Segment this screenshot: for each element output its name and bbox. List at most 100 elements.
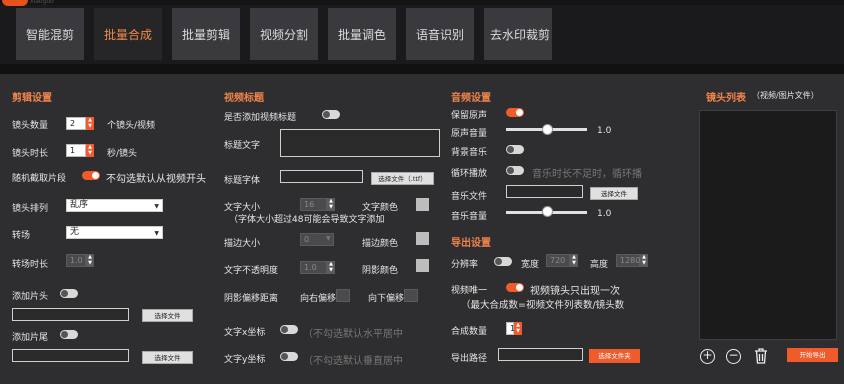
tab-label: 批量合成 (103, 27, 152, 42)
original-volume-label: 原声音量 (451, 129, 488, 139)
transition-duration-stepper[interactable]: ▲ ▼ (86, 254, 94, 267)
text-x-label: 文字x坐标 (224, 328, 266, 338)
outro-file-path[interactable] (12, 349, 129, 362)
shot-list-panel[interactable] (699, 110, 837, 340)
delete-trash-icon[interactable] (754, 348, 768, 364)
width-input[interactable]: 720 (546, 254, 570, 267)
tab-label: 智能混剪 (25, 27, 74, 42)
unique-video-toggle[interactable] (506, 283, 524, 292)
text-x-hint: （不勾选默认水平居中 (303, 329, 403, 340)
random-clip-hint: 不勾选默认从视频开头 (106, 174, 206, 185)
tab-speech-recognition[interactable]: 语音识别 (406, 8, 474, 60)
shot-length-label: 镜头时长 (12, 149, 49, 159)
chevron-down-icon: ▼ (154, 203, 159, 210)
music-volume-value: 1.0 (597, 209, 612, 219)
tab-watermark-crop[interactable]: 去水印裁剪 (484, 8, 552, 60)
width-label: 宽度 (521, 260, 540, 270)
title-font-choose-button[interactable]: 选择文件（.ttf） (371, 172, 434, 185)
original-volume-value: 1.0 (597, 126, 612, 136)
loop-toggle[interactable] (506, 166, 524, 175)
font-size-hint: （字体大小超过48可能会导致文字添加 (229, 215, 385, 225)
shot-order-label: 镜头排列 (12, 204, 49, 214)
tab-label: 去水印裁剪 (489, 27, 550, 42)
intro-file-path[interactable] (12, 308, 129, 321)
shot-order-value: 乱序 (70, 200, 89, 210)
add-icon[interactable]: + (700, 349, 715, 364)
title-text-label: 标题文字 (224, 141, 261, 151)
transition-duration-label: 转场时长 (12, 260, 49, 270)
music-file-path[interactable] (506, 185, 583, 198)
tab-label: 语音识别 (415, 27, 464, 42)
tab-video-split[interactable]: 视频分割 (250, 8, 318, 60)
choose-folder-button[interactable]: 选择文件夹 (589, 349, 640, 363)
unique-video-hint-detail: （最大合成数=视频文件列表数/镜头数 (461, 300, 625, 311)
outro-choose-file-button[interactable]: 选择文件 (142, 351, 193, 364)
shot-count-input[interactable]: 2 (66, 117, 86, 130)
stroke-color-swatch[interactable] (416, 232, 429, 245)
music-volume-handle[interactable] (542, 206, 553, 217)
text-opacity-stepper[interactable]: ▲ ▼ (327, 261, 335, 274)
music-choose-file-button[interactable]: 选择文件 (590, 187, 638, 200)
tab-batch-color[interactable]: 批量调色 (328, 8, 396, 60)
add-title-label: 是否添加视频标题 (224, 113, 297, 123)
keep-audio-toggle[interactable] (506, 108, 524, 117)
chevron-down-icon: ▼ (326, 235, 331, 242)
resolution-toggle[interactable] (494, 257, 512, 266)
export-path-input[interactable] (498, 348, 583, 361)
shadow-right-input[interactable] (336, 289, 350, 302)
text-opacity-input[interactable]: 1.0 (300, 261, 327, 274)
start-export-button[interactable]: 开始导出 (787, 348, 838, 362)
text-x-toggle[interactable] (280, 325, 298, 334)
text-y-hint: （不勾选默认垂直居中 (303, 356, 403, 367)
transition-select[interactable]: 无 ▼ (66, 226, 163, 239)
title-font-label: 标题字体 (224, 176, 261, 186)
compose-count-stepper[interactable]: ▲ ▼ (514, 322, 522, 335)
bgm-toggle[interactable] (506, 145, 524, 154)
shot-count-stepper[interactable]: ▲ ▼ (86, 117, 94, 130)
shot-length-unit: 秒/镜头 (107, 149, 138, 159)
resolution-label: 分辨率 (451, 260, 479, 270)
transition-duration-input[interactable]: 1.0 (66, 254, 86, 267)
font-size-input[interactable]: 16 (300, 198, 327, 211)
remove-icon[interactable]: − (726, 349, 741, 364)
text-y-toggle[interactable] (280, 352, 298, 361)
tab-smart-mix[interactable]: 智能混剪 (16, 8, 84, 60)
edit-settings-title: 剪辑设置 (12, 93, 52, 104)
width-stepper[interactable]: ▲ ▼ (570, 254, 578, 267)
shadow-down-input[interactable] (404, 289, 418, 302)
transition-value: 无 (70, 227, 80, 237)
font-size-stepper[interactable]: ▲ ▼ (327, 198, 335, 211)
shadow-color-swatch[interactable] (416, 259, 429, 272)
height-stepper[interactable]: ▲ ▼ (640, 254, 648, 267)
original-volume-handle[interactable] (542, 124, 553, 135)
random-clip-toggle[interactable] (82, 171, 100, 180)
music-volume-label: 音乐音量 (451, 212, 488, 222)
add-intro-toggle[interactable] (60, 289, 78, 298)
tab-batch-edit[interactable]: 批量剪辑 (172, 8, 240, 60)
shadow-offset-label: 阴影偏移距离 (224, 294, 279, 304)
intro-choose-file-button[interactable]: 选择文件 (142, 309, 193, 322)
add-title-toggle[interactable] (322, 110, 340, 119)
tab-label: 批量调色 (337, 27, 386, 42)
keep-audio-label: 保留原声 (451, 111, 488, 121)
add-outro-toggle[interactable] (60, 330, 78, 339)
text-color-swatch[interactable] (416, 198, 429, 211)
random-clip-label: 随机截取片段 (12, 174, 67, 184)
compose-count-input[interactable]: 1 (506, 322, 515, 335)
loop-label: 循环播放 (451, 169, 488, 179)
app-logo (2, 0, 28, 6)
stroke-color-label: 描边颜色 (362, 239, 399, 249)
title-text-input[interactable] (280, 129, 440, 157)
nav-separator (0, 64, 844, 74)
shot-order-select[interactable]: 乱序 ▼ (66, 199, 163, 212)
tab-batch-compose[interactable]: 批量合成 (94, 8, 162, 60)
bgm-label: 背景音乐 (451, 148, 488, 158)
title-font-path[interactable] (280, 170, 363, 183)
shot-length-stepper[interactable]: ▲ ▼ (86, 144, 94, 157)
height-input[interactable]: 1280 (616, 254, 640, 267)
shadow-right-label: 向右偏移 (300, 294, 336, 304)
chevron-down-icon: ▼ (154, 230, 159, 237)
stroke-size-label: 描边大小 (224, 239, 261, 249)
add-outro-label: 添加片尾 (12, 333, 49, 343)
shot-length-input[interactable]: 1 (66, 144, 86, 157)
